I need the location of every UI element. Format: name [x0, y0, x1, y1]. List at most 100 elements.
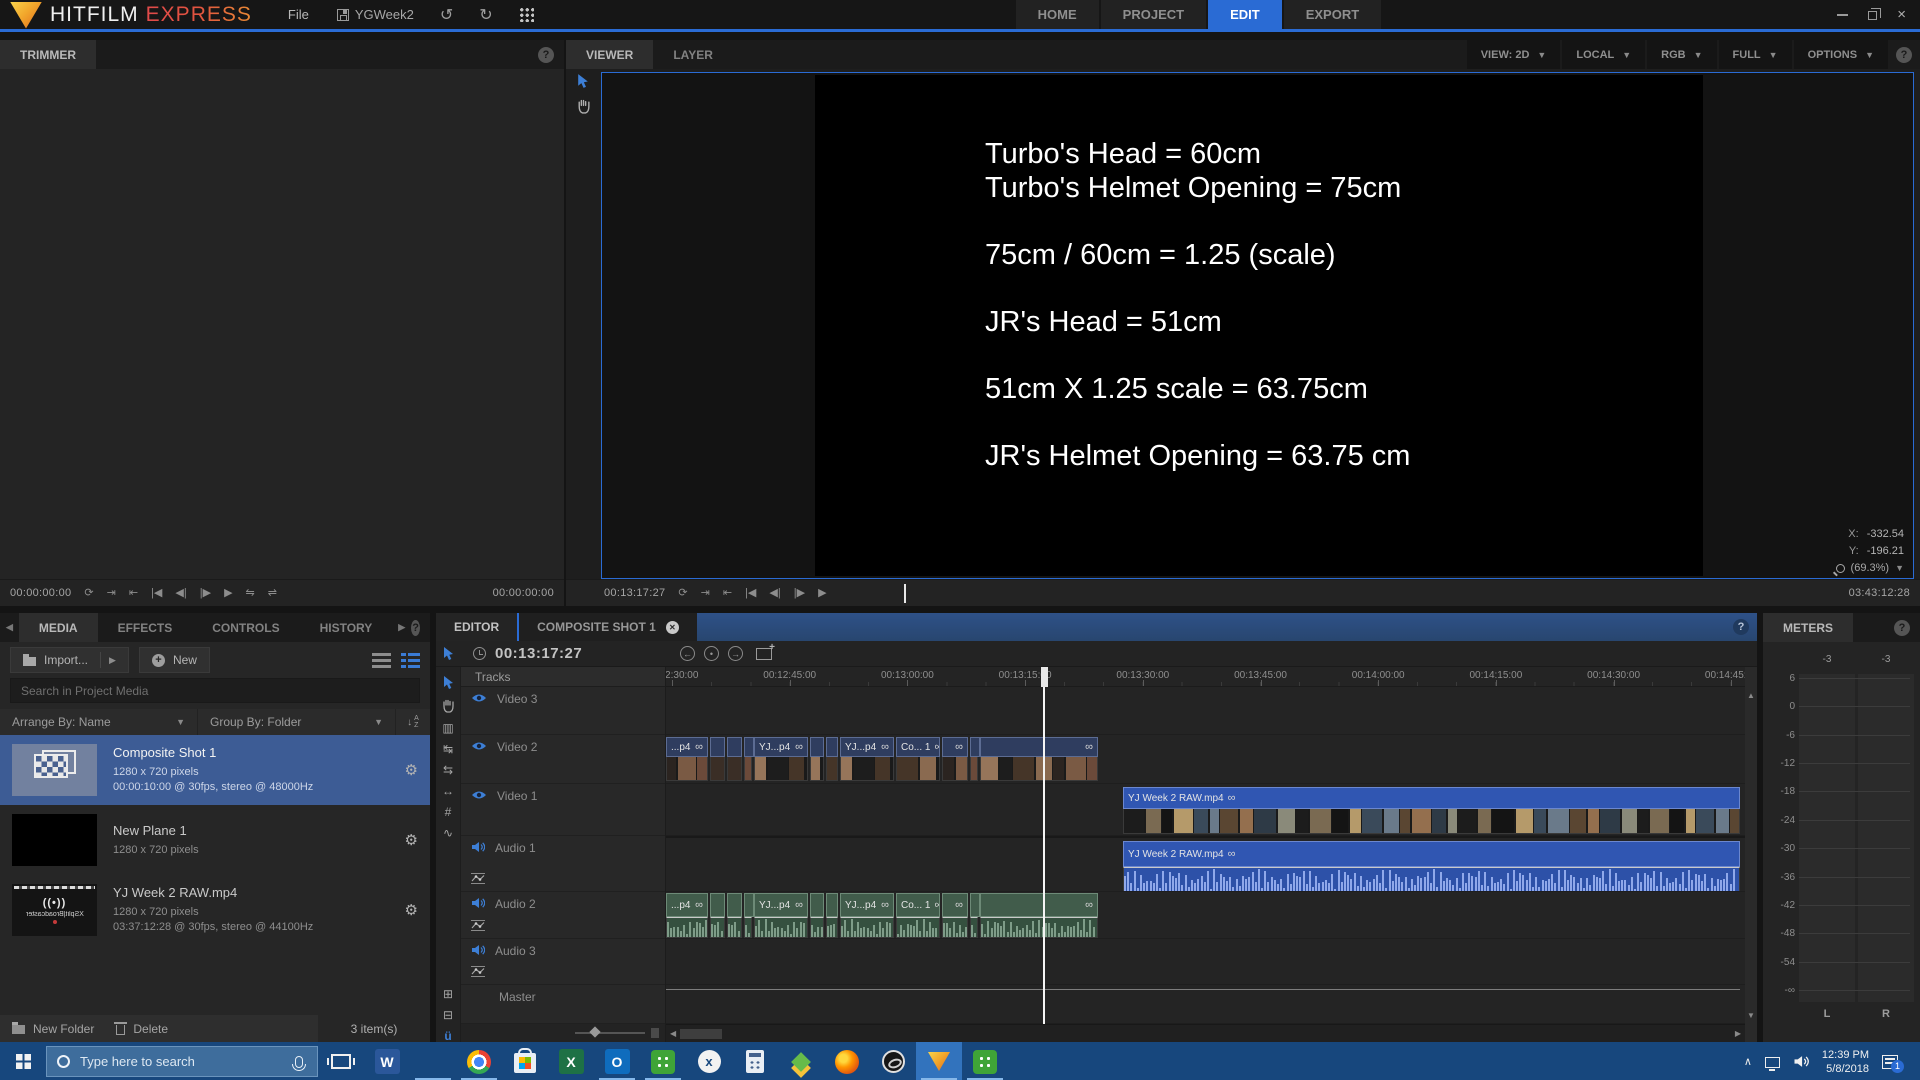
- zoom-handle[interactable]: [651, 1028, 659, 1038]
- file-menu[interactable]: File: [288, 7, 309, 22]
- detail-view-icon[interactable]: [401, 652, 420, 668]
- timeline-clip[interactable]: YJ...p4 ∞: [840, 893, 894, 938]
- taskbar-app-outlook[interactable]: O: [594, 1042, 640, 1080]
- viewer-zoom-control[interactable]: (69.3%) ▼: [1835, 562, 1904, 574]
- taskbar-app-xbox[interactable]: x: [686, 1042, 732, 1080]
- tab-viewer[interactable]: VIEWER: [566, 40, 654, 69]
- meters-help-icon[interactable]: ?: [1894, 619, 1910, 636]
- eye-icon[interactable]: [471, 740, 487, 754]
- set-in-point-icon[interactable]: ⇤: [723, 587, 732, 599]
- timeline-clip[interactable]: [826, 737, 838, 781]
- taskbar-search-input[interactable]: Type here to search: [46, 1046, 318, 1077]
- taskbar-clock[interactable]: 12:39 PM 5/8/2018: [1822, 1048, 1869, 1076]
- start-button[interactable]: [0, 1042, 46, 1080]
- track-label-video-1[interactable]: Video 1: [461, 784, 665, 836]
- track-label-audio-2[interactable]: Audio 2: [461, 892, 665, 939]
- timeline-clip[interactable]: [727, 893, 742, 938]
- network-icon[interactable]: [1764, 1057, 1780, 1071]
- taskbar-app-word[interactable]: W: [364, 1042, 410, 1080]
- editor-timecode[interactable]: 00:13:17:27: [495, 645, 582, 662]
- tab-history[interactable]: HISTORY: [300, 613, 393, 642]
- slice-tool-icon[interactable]: ▥: [442, 722, 453, 734]
- taskbar-app-hitfilm[interactable]: [916, 1042, 962, 1080]
- timeline-clip[interactable]: [710, 737, 725, 781]
- automation-icon[interactable]: [471, 966, 485, 980]
- play-icon[interactable]: ▶: [818, 587, 826, 599]
- timeline-clip[interactable]: YJ Week 2 RAW.mp4 ∞: [1123, 787, 1740, 834]
- timeline-clip[interactable]: [710, 893, 725, 938]
- playhead-handle[interactable]: [1040, 667, 1048, 687]
- lane-audio-2[interactable]: ...p4∞YJ...p4∞YJ...p4∞Co... 1∞∞∞: [666, 892, 1745, 939]
- viewer-option-view-2d[interactable]: VIEW: 2D ▼: [1466, 40, 1561, 69]
- rolling-edit-tool-icon[interactable]: ⇆: [443, 764, 453, 776]
- track-label-audio-3[interactable]: Audio 3: [461, 939, 665, 985]
- timeline-clip[interactable]: ∞: [942, 737, 968, 781]
- new-button[interactable]: + New: [138, 647, 210, 673]
- current-frame-button[interactable]: •: [704, 646, 719, 661]
- tab-meters[interactable]: METERS: [1763, 613, 1854, 642]
- trimmer-help-icon[interactable]: ?: [538, 46, 554, 63]
- timeline-clip[interactable]: [810, 893, 824, 938]
- trim-out-icon[interactable]: ⇌: [268, 587, 277, 599]
- group-by-dropdown[interactable]: Group By: Folder ▼: [198, 709, 396, 735]
- action-center-icon[interactable]: 1: [1882, 1054, 1904, 1073]
- tab-effects[interactable]: EFFECTS: [98, 613, 193, 642]
- nav-tab-home[interactable]: HOME: [1015, 0, 1099, 29]
- eye-icon[interactable]: [471, 789, 487, 803]
- taskbar-app-excel[interactable]: X: [548, 1042, 594, 1080]
- scroll-left-icon[interactable]: ◀: [666, 1029, 680, 1038]
- taskbar-app-bluestacks[interactable]: [778, 1042, 824, 1080]
- timeline-clip[interactable]: [970, 737, 980, 781]
- media-item[interactable]: New Plane 1 1280 x 720 pixels ⚙: [0, 805, 430, 875]
- viewer-option-options[interactable]: OPTIONS ▼: [1793, 40, 1888, 69]
- hand-tool-icon[interactable]: [577, 99, 590, 114]
- lane-audio-1[interactable]: YJ Week 2 RAW.mp4 ∞: [666, 836, 1745, 892]
- timeline-ruler[interactable]: 00:12:30:0000:12:45:0000:13:00:0000:13:1…: [666, 667, 1745, 687]
- timeline-clip[interactable]: [744, 737, 754, 781]
- timeline-clip[interactable]: ∞: [980, 893, 1098, 938]
- timeline-clip[interactable]: ∞: [980, 737, 1098, 781]
- go-to-start-icon[interactable]: |◀: [745, 587, 756, 599]
- project-save[interactable]: YGWeek2: [336, 7, 414, 22]
- taskbar-app-calculator[interactable]: [732, 1042, 778, 1080]
- timeline-clip[interactable]: [727, 737, 742, 781]
- viewer-help-icon[interactable]: ?: [1896, 46, 1912, 63]
- taskbar-app-sharp[interactable]: [962, 1042, 1008, 1080]
- previous-edit-button[interactable]: ←: [680, 646, 695, 661]
- tab-trimmer[interactable]: TRIMMER: [0, 40, 96, 69]
- trim-in-icon[interactable]: ⇋: [246, 587, 255, 599]
- track-label-video-2[interactable]: Video 2: [461, 735, 665, 784]
- export-frame-icon[interactable]: ⊟: [443, 1009, 453, 1021]
- select-tool-icon[interactable]: [577, 73, 589, 89]
- lane-video-1[interactable]: YJ Week 2 RAW.mp4 ∞: [666, 784, 1745, 836]
- taskbar-app-file-explorer[interactable]: [410, 1042, 456, 1080]
- media-item[interactable]: ((•)) XSplit|Broadcaster YJ Week 2 RAW.mp4…: [0, 875, 430, 945]
- scroll-down-icon[interactable]: ▼: [1747, 1011, 1755, 1020]
- import-button[interactable]: Import... ▶: [10, 647, 129, 673]
- automation-icon[interactable]: [471, 873, 485, 887]
- timeline-clip[interactable]: Co... 1∞: [896, 893, 940, 938]
- go-to-start-icon[interactable]: |◀: [151, 587, 162, 599]
- taskbar-app-greenshot[interactable]: [640, 1042, 686, 1080]
- editor-help-icon[interactable]: ?: [1733, 619, 1749, 635]
- tab-media[interactable]: MEDIA: [18, 613, 98, 642]
- slide-tool-icon[interactable]: ↔: [442, 785, 454, 797]
- timeline-clip[interactable]: [970, 893, 980, 938]
- tab-scroll-left-icon[interactable]: ◀: [0, 613, 19, 642]
- snap-toggle-icon[interactable]: #: [445, 806, 452, 818]
- timeline-clip[interactable]: [826, 893, 838, 938]
- viewer-option-rgb[interactable]: RGB ▼: [1647, 40, 1717, 69]
- tab-scroll-right-icon[interactable]: ▶: [392, 613, 411, 642]
- play-icon[interactable]: ▶: [224, 587, 232, 599]
- search-input[interactable]: Search in Project Media: [10, 678, 420, 703]
- new-folder-button[interactable]: New Folder: [33, 1022, 94, 1036]
- timeline-clip[interactable]: YJ...p4 ∞: [754, 893, 808, 938]
- next-frame-icon[interactable]: |▶: [200, 587, 211, 599]
- microphone-icon[interactable]: [292, 1055, 306, 1071]
- timeline-clip[interactable]: ...p4 ∞: [666, 737, 708, 781]
- select-tool-icon[interactable]: [443, 646, 454, 661]
- envelope-tool-icon[interactable]: ∿: [443, 827, 453, 839]
- workspace-grid-icon[interactable]: [518, 7, 534, 22]
- viewer-option-local[interactable]: LOCAL ▼: [1562, 40, 1646, 69]
- lane-audio-3[interactable]: [666, 939, 1745, 985]
